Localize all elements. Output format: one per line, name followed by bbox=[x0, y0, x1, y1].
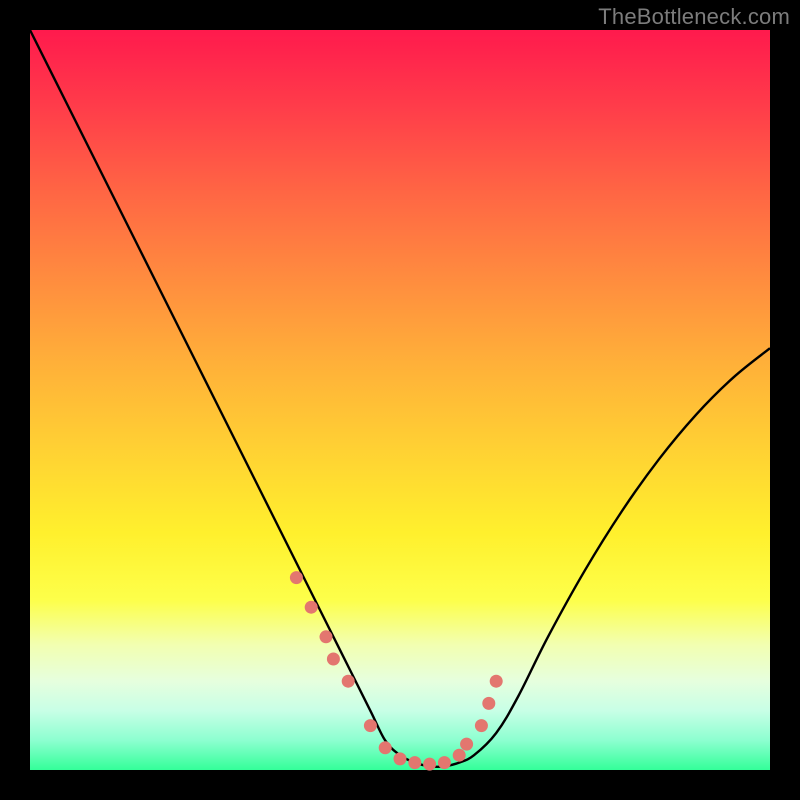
watermark-text: TheBottleneck.com bbox=[598, 4, 790, 30]
dot bbox=[342, 675, 355, 688]
highlighted-dots bbox=[290, 571, 503, 771]
chart-frame: TheBottleneck.com bbox=[0, 0, 800, 800]
dot bbox=[438, 756, 451, 769]
dot bbox=[394, 752, 407, 765]
curve-svg bbox=[30, 30, 770, 770]
dot bbox=[290, 571, 303, 584]
dot bbox=[320, 630, 333, 643]
curve-path bbox=[30, 30, 770, 767]
dot bbox=[305, 601, 318, 614]
dot bbox=[423, 758, 436, 771]
plot-area bbox=[30, 30, 770, 770]
bottleneck-curve bbox=[30, 30, 770, 767]
dot bbox=[482, 697, 495, 710]
dot bbox=[379, 741, 392, 754]
dot bbox=[327, 653, 340, 666]
dot bbox=[475, 719, 488, 732]
dot bbox=[453, 749, 466, 762]
dot bbox=[490, 675, 503, 688]
dot bbox=[364, 719, 377, 732]
dot bbox=[408, 756, 421, 769]
dot bbox=[460, 738, 473, 751]
